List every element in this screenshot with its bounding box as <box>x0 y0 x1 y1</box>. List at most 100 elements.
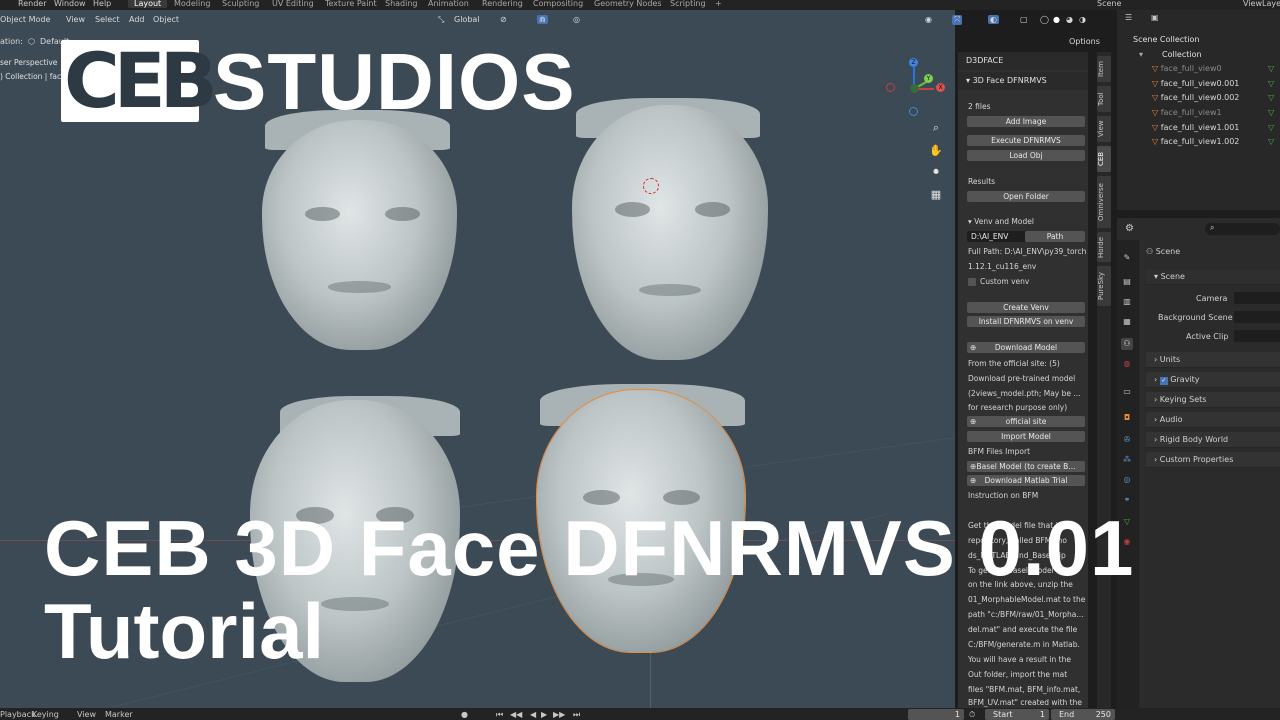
tab-uv-editing[interactable]: UV Editing <box>272 0 314 8</box>
overlay-toggle-icon[interactable]: ◐ <box>988 15 999 24</box>
menu-select[interactable]: Select <box>95 15 120 24</box>
face-mesh-view0[interactable] <box>262 120 457 350</box>
play-reverse-icon[interactable]: ◀ <box>530 710 536 719</box>
start-frame-field[interactable]: Start 1 <box>985 709 1049 720</box>
gizmo-x-axis[interactable]: X <box>936 83 945 92</box>
play-icon[interactable]: ▶ <box>541 710 547 719</box>
background-scene-field[interactable] <box>1234 311 1280 323</box>
outliner-scene-collection[interactable]: Scene Collection <box>1133 35 1200 44</box>
end-frame-field[interactable]: End 250 <box>1051 709 1115 720</box>
data-filter-icon[interactable]: ▽ <box>1268 137 1274 146</box>
tab-rendering[interactable]: Rendering <box>482 0 523 8</box>
tab-omniverse[interactable]: Omniverse <box>1097 176 1111 228</box>
keying-sets-panel[interactable]: › Keying Sets <box>1146 392 1280 408</box>
shading-solid-icon[interactable]: ● <box>1053 15 1060 24</box>
modifier-wrench-icon[interactable]: ✇ <box>1121 434 1133 446</box>
download-model-button[interactable]: ⊕ Download Model <box>967 342 1085 353</box>
outliner-item-selected[interactable]: ▽ face_full_view1.002 <box>1152 137 1239 146</box>
timeline-keying-menu[interactable]: Keying <box>32 710 59 719</box>
data-filter-icon[interactable]: ▽ <box>1268 123 1274 132</box>
mode-selector[interactable]: Object Mode <box>0 15 50 24</box>
timeline-marker-menu[interactable]: Marker <box>105 710 133 719</box>
tab-texture-paint[interactable]: Texture Paint <box>325 0 377 8</box>
outliner-item[interactable]: ▽ face_full_view0.002 <box>1152 93 1239 102</box>
snap-icon[interactable]: ⋒ <box>537 15 548 24</box>
timeline-view-menu[interactable]: View <box>77 710 96 719</box>
scene-section-header[interactable]: ▾ Scene <box>1146 269 1280 285</box>
outliner-item[interactable]: ▽ face_full_view1 <box>1152 108 1222 117</box>
collection-icon[interactable]: ▭ <box>1121 386 1133 398</box>
tab-geometry-nodes[interactable]: Geometry Nodes <box>594 0 661 8</box>
gizmo-toggle-icon[interactable]: ⤧ <box>952 15 963 25</box>
outliner-editor-icon[interactable]: ☰ <box>1125 13 1132 22</box>
data-filter-icon[interactable]: ▽ <box>1268 79 1274 88</box>
menu-window[interactable]: Window <box>54 0 86 8</box>
open-folder-button[interactable]: Open Folder <box>967 191 1085 202</box>
import-model-button[interactable]: Import Model <box>967 431 1085 442</box>
data-filter-icon[interactable]: ▽ <box>1268 64 1274 73</box>
tab-ceb[interactable]: CEB <box>1097 146 1111 172</box>
shading-rendered-icon[interactable]: ◑ <box>1079 15 1086 24</box>
add-workspace-button[interactable]: + <box>715 0 722 8</box>
zoom-icon[interactable]: ⌕ <box>928 120 944 136</box>
particles-icon[interactable]: ⁂ <box>1121 454 1133 466</box>
panel-d3dface[interactable]: D3DFACE <box>958 52 1088 70</box>
outliner-display-icon[interactable]: ▣ <box>1151 13 1159 22</box>
next-keyframe-icon[interactable]: ▶▶ <box>553 710 565 719</box>
basel-model-button[interactable]: ⊕ Basel Model (to create B... <box>967 461 1085 472</box>
world-icon[interactable]: ◍ <box>1121 358 1133 370</box>
tab-horde[interactable]: Horde <box>1097 232 1111 262</box>
gizmo-neg-z[interactable] <box>909 107 918 116</box>
create-venv-button[interactable]: Create Venv <box>967 302 1085 313</box>
view-layer-icon[interactable]: ▦ <box>1121 316 1133 328</box>
jump-end-icon[interactable]: ⏭ <box>573 710 580 720</box>
pivot-icon[interactable]: ⊘ <box>500 15 507 24</box>
3d-cursor-icon[interactable] <box>643 178 659 194</box>
units-panel[interactable]: › Units <box>1146 352 1280 368</box>
physics-icon[interactable]: ◎ <box>1121 474 1133 486</box>
gizmo-y-axis[interactable]: Y <box>924 74 933 83</box>
menu-view[interactable]: View <box>66 15 85 24</box>
camera-view-icon[interactable]: ⏺ <box>928 164 944 180</box>
output-icon[interactable]: ▥ <box>1121 296 1133 308</box>
transform-orientation-icon[interactable]: ⤡ <box>438 15 444 25</box>
official-site-button[interactable]: ⊕ official site <box>967 416 1085 427</box>
options-dropdown[interactable]: Options <box>1069 37 1100 46</box>
outliner-item[interactable]: ▽ face_full_view1.001 <box>1152 123 1239 132</box>
download-matlab-button[interactable]: ⊕ Download Matlab Trial <box>967 475 1085 486</box>
scene-selector[interactable]: Scene <box>1097 0 1121 8</box>
venv-header[interactable]: ▾ Venv and Model <box>968 217 1034 226</box>
viewlayer-selector[interactable]: ViewLayer <box>1243 0 1280 8</box>
object-icon[interactable]: ◘ <box>1121 412 1133 424</box>
active-clip-field[interactable] <box>1234 330 1280 342</box>
transform-orientation[interactable]: Global <box>454 15 480 24</box>
load-obj-button[interactable]: Load Obj <box>967 150 1085 161</box>
tool-icon[interactable]: ✎ <box>1121 252 1133 264</box>
render-icon[interactable]: ▤ <box>1121 276 1133 288</box>
add-image-button[interactable]: Add Image <box>967 116 1085 127</box>
preview-range-icon[interactable]: ⏱ <box>969 710 975 720</box>
timeline-playback-menu[interactable]: Playback <box>0 710 36 719</box>
prev-keyframe-icon[interactable]: ◀◀ <box>510 710 522 719</box>
ortho-grid-icon[interactable]: ▦ <box>928 187 944 203</box>
outliner-collection[interactable]: Collection <box>1162 50 1202 59</box>
current-frame-field[interactable]: 1 <box>908 709 964 720</box>
venv-path-field[interactable]: D:\AI_ENV <box>967 231 1027 242</box>
outliner-item[interactable]: ▽ face_full_view0 <box>1152 64 1222 73</box>
jump-start-icon[interactable]: ⏮ <box>496 710 503 720</box>
xray-icon[interactable]: ▢ <box>1020 15 1028 24</box>
venv-path-button[interactable]: Path <box>1025 231 1085 242</box>
gravity-checkbox[interactable]: ✓ <box>1159 377 1168 385</box>
tab-shading[interactable]: Shading <box>385 0 418 8</box>
gizmo-neg-y[interactable] <box>910 84 919 93</box>
camera-field[interactable] <box>1234 292 1280 304</box>
menu-render[interactable]: Render <box>18 0 46 8</box>
properties-editor-icon[interactable]: ⚙ <box>1125 223 1134 234</box>
install-dfnrmvs-button[interactable]: Install DFNRMVS on venv <box>967 316 1085 327</box>
pan-hand-icon[interactable]: ✋ <box>928 143 944 159</box>
outliner-item[interactable]: ▽ face_full_view0.001 <box>1152 79 1239 88</box>
rigid-body-world-panel[interactable]: › Rigid Body World <box>1146 432 1280 448</box>
execute-dfnrmvs-button[interactable]: Execute DFNRMVS <box>967 135 1085 146</box>
audio-panel[interactable]: › Audio <box>1146 412 1280 428</box>
gravity-panel[interactable]: › ✓ Gravity <box>1146 372 1280 388</box>
